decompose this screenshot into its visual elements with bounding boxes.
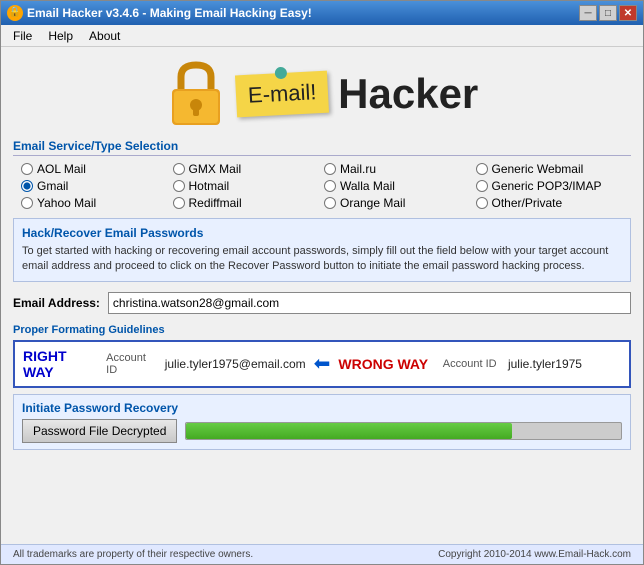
info-box: Hack/Recover Email Passwords To get star…	[13, 218, 631, 282]
radio-walla-label: Walla Mail	[340, 179, 395, 193]
format-section: Proper Formating Guidelines RIGHT WAY Ac…	[13, 324, 631, 388]
main-content: E-mail! Hacker Email Service/Type Select…	[1, 47, 643, 544]
menu-about[interactable]: About	[81, 27, 128, 45]
radio-mailru-input[interactable]	[324, 163, 336, 175]
progress-row: Password File Decrypted	[22, 419, 622, 443]
radio-walla-input[interactable]	[324, 180, 336, 192]
main-window: 🔒 Email Hacker v3.4.6 - Making Email Hac…	[0, 0, 644, 565]
radio-mailru-label: Mail.ru	[340, 162, 376, 176]
radio-generic-webmail-input[interactable]	[476, 163, 488, 175]
app-header: E-mail! Hacker	[13, 55, 631, 133]
radio-walla[interactable]: Walla Mail	[324, 179, 472, 193]
menu-file[interactable]: File	[5, 27, 40, 45]
service-label: Email Service/Type Selection	[13, 139, 631, 156]
right-account-value: julie.tyler1975@email.com	[165, 357, 306, 371]
radio-gmail-label: Gmail	[37, 179, 68, 193]
window-controls: ─ □ ✕	[579, 5, 637, 21]
format-right-side: RIGHT WAY Account ID julie.tyler1975@ema…	[23, 348, 306, 380]
radio-yahoo[interactable]: Yahoo Mail	[21, 196, 169, 210]
footer: All trademarks are property of their res…	[1, 544, 643, 564]
logo-note: E-mail!	[235, 71, 330, 118]
maximize-button[interactable]: □	[599, 5, 617, 21]
window-title: Email Hacker v3.4.6 - Making Email Hacki…	[27, 6, 579, 20]
radio-aol-label: AOL Mail	[37, 162, 86, 176]
menu-bar: File Help About	[1, 25, 643, 47]
radio-gmail[interactable]: Gmail	[21, 179, 169, 193]
radio-mailru[interactable]: Mail.ru	[324, 162, 472, 176]
email-input[interactable]	[108, 292, 631, 314]
logo-text: E-mail!	[247, 79, 317, 108]
arrow-icon: ⬅	[314, 351, 331, 376]
email-row: Email Address:	[13, 288, 631, 318]
radio-aol[interactable]: AOL Mail	[21, 162, 169, 176]
wrong-account-id: Account ID	[443, 358, 497, 370]
format-box: RIGHT WAY Account ID julie.tyler1975@ema…	[13, 340, 631, 388]
radio-gmx[interactable]: GMX Mail	[173, 162, 321, 176]
email-label: Email Address:	[13, 296, 100, 310]
right-account-id: Account ID	[106, 352, 153, 376]
menu-help[interactable]: Help	[40, 27, 81, 45]
app-icon: 🔒	[7, 5, 23, 21]
radio-hotmail-label: Hotmail	[189, 179, 230, 193]
radio-orange-input[interactable]	[324, 197, 336, 209]
recovery-section: Initiate Password Recovery Password File…	[13, 394, 631, 450]
radio-hotmail-input[interactable]	[173, 180, 185, 192]
wrong-way-label: WRONG WAY	[338, 356, 428, 372]
close-button[interactable]: ✕	[619, 5, 637, 21]
right-way-label: RIGHT WAY	[23, 348, 91, 380]
radio-generic-pop3-input[interactable]	[476, 180, 488, 192]
recovery-label: Initiate Password Recovery	[22, 401, 622, 415]
radio-other-label: Other/Private	[492, 196, 563, 210]
radio-other[interactable]: Other/Private	[476, 196, 624, 210]
radio-aol-input[interactable]	[21, 163, 33, 175]
recover-button[interactable]: Password File Decrypted	[22, 419, 177, 443]
wrong-account-value: julie.tyler1975	[508, 357, 582, 371]
format-wrong-side: WRONG WAY Account ID julie.tyler1975	[338, 356, 621, 372]
padlock-icon	[166, 59, 226, 129]
radio-generic-pop3[interactable]: Generic POP3/IMAP	[476, 179, 624, 193]
info-body: To get started with hacking or recoverin…	[22, 244, 622, 275]
radio-yahoo-input[interactable]	[21, 197, 33, 209]
radio-yahoo-label: Yahoo Mail	[37, 196, 96, 210]
info-title: Hack/Recover Email Passwords	[22, 225, 622, 242]
radio-orange[interactable]: Orange Mail	[324, 196, 472, 210]
format-title: Proper Formating Guidelines	[13, 324, 631, 336]
minimize-button[interactable]: ─	[579, 5, 597, 21]
format-row: RIGHT WAY Account ID julie.tyler1975@ema…	[23, 348, 621, 380]
footer-right: Copyright 2010-2014 www.Email-Hack.com	[438, 549, 631, 560]
progress-bar-fill	[186, 423, 512, 439]
radio-rediff-label: Rediffmail	[189, 196, 242, 210]
radio-generic-webmail[interactable]: Generic Webmail	[476, 162, 624, 176]
title-bar: 🔒 Email Hacker v3.4.6 - Making Email Hac…	[1, 1, 643, 25]
progress-bar-container	[185, 422, 622, 440]
radio-rediff[interactable]: Rediffmail	[173, 196, 321, 210]
service-radio-grid: AOL Mail GMX Mail Mail.ru Generic Webmai…	[13, 160, 631, 212]
footer-left: All trademarks are property of their res…	[13, 549, 253, 560]
radio-generic-webmail-label: Generic Webmail	[492, 162, 584, 176]
radio-gmx-label: GMX Mail	[189, 162, 242, 176]
hacker-title: Hacker	[338, 70, 478, 118]
radio-rediff-input[interactable]	[173, 197, 185, 209]
radio-gmx-input[interactable]	[173, 163, 185, 175]
service-section: Email Service/Type Selection AOL Mail GM…	[13, 139, 631, 212]
radio-gmail-input[interactable]	[21, 180, 33, 192]
radio-orange-label: Orange Mail	[340, 196, 405, 210]
radio-generic-pop3-label: Generic POP3/IMAP	[492, 179, 602, 193]
radio-hotmail[interactable]: Hotmail	[173, 179, 321, 193]
radio-other-input[interactable]	[476, 197, 488, 209]
